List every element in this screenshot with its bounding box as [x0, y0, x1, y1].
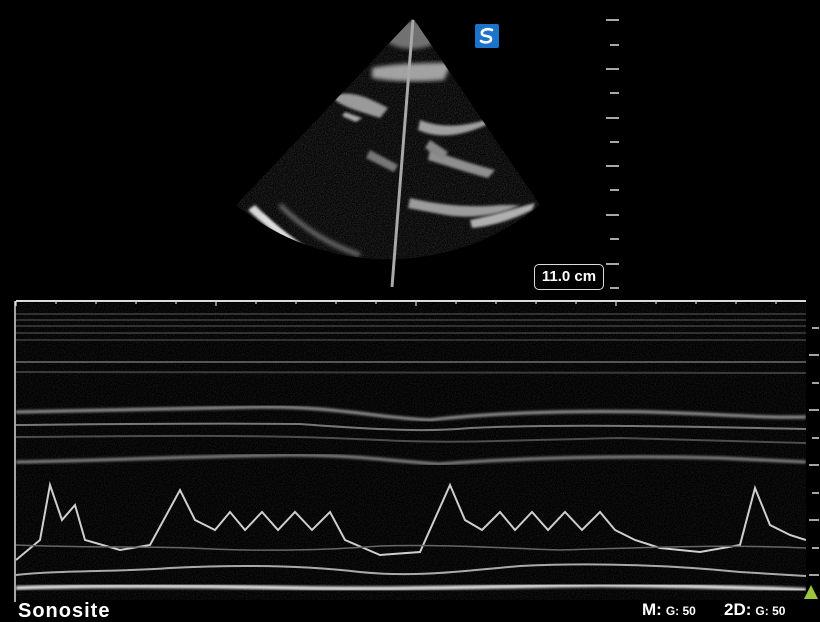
- sonosite-logo-icon: [475, 24, 499, 48]
- m-mode-strip: [14, 300, 819, 602]
- ultrasound-display: [14, 18, 819, 602]
- 2d-sector-image: [236, 18, 540, 288]
- bottom-left-text: Sonosite: [18, 600, 111, 622]
- m-mode-info: M: G: 50: [642, 600, 696, 619]
- 2d-mode-label: 2D:: [724, 600, 752, 619]
- m-mode-gain: G: 50: [665, 604, 696, 618]
- focus-triangle-icon: [804, 585, 818, 599]
- depth-label: 11.0 cm: [534, 264, 604, 290]
- depth-scale: [606, 19, 619, 289]
- 2d-mode-info: 2D: G: 50: [724, 600, 786, 619]
- 2d-mode-gain: G: 50: [755, 604, 786, 618]
- m-mode-label: M:: [642, 600, 662, 619]
